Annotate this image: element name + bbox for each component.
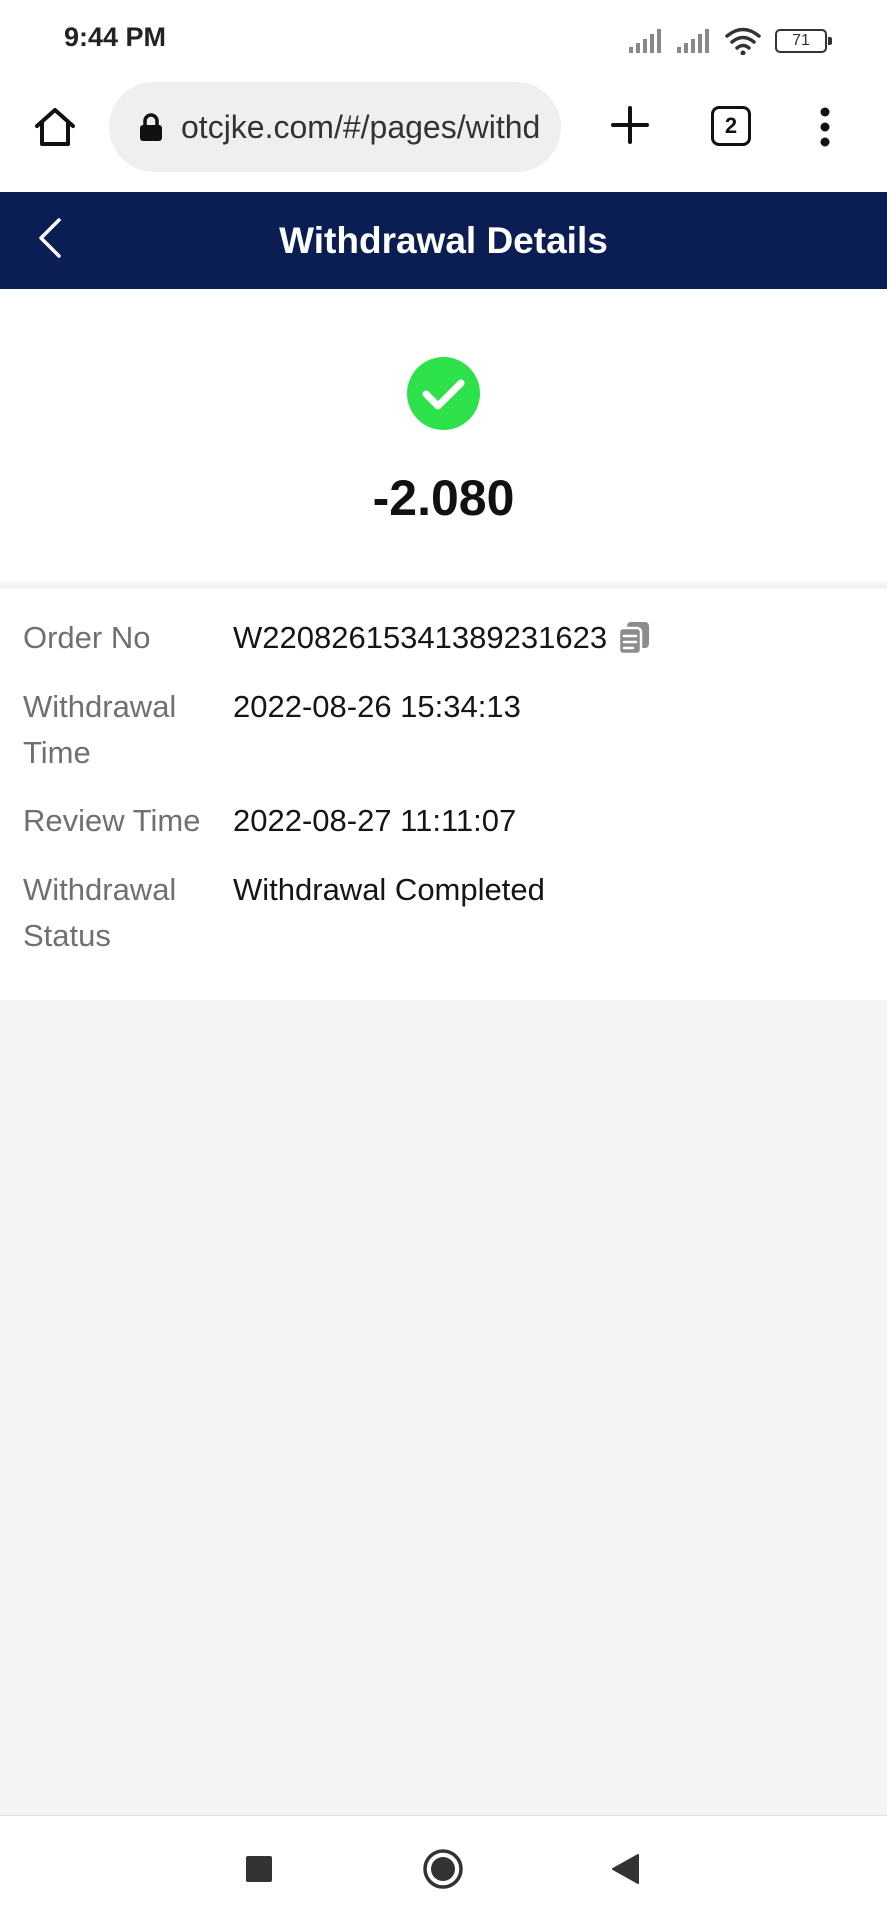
square-icon (246, 1856, 272, 1882)
withdrawal-amount: -2.080 (372, 470, 515, 526)
order-no-label: Order No (23, 620, 151, 655)
withdrawal-details: Order No W22082615341389231623 Withdrawa… (0, 589, 887, 1000)
success-check-icon (407, 357, 480, 430)
status-bar: 9:44 PM 71 (0, 0, 887, 80)
app-header: Withdrawal Details (0, 192, 887, 289)
url-bar[interactable]: otcjke.com/#/pages/withdrawal (109, 82, 561, 172)
more-vert-icon (820, 107, 830, 147)
url-text: otcjke.com/#/pages/withdrawal (181, 108, 541, 145)
circle-icon (423, 1849, 463, 1889)
chevron-left-icon (39, 218, 61, 258)
review-time-label: Review Time (23, 803, 201, 838)
browser-toolbar: otcjke.com/#/pages/withdrawal 2 (0, 80, 887, 192)
home-button[interactable] (30, 102, 80, 152)
withdrawal-summary: -2.080 (0, 289, 887, 582)
review-time-value: 2022-08-27 11:11:07 (233, 803, 517, 838)
cell-signal-2-icon (677, 29, 709, 53)
plus-icon (611, 106, 649, 144)
tabs-button[interactable]: 2 (711, 106, 751, 146)
home-icon (35, 108, 75, 146)
system-nav-bar (0, 1815, 887, 1921)
home-nav-button[interactable] (420, 1846, 466, 1892)
copy-icon[interactable] (617, 620, 651, 656)
withdrawal-status-label: Withdrawal Status (23, 872, 177, 953)
back-button[interactable] (24, 210, 74, 266)
status-time: 9:44 PM (64, 22, 167, 52)
menu-button[interactable] (805, 102, 845, 152)
lock-icon (140, 113, 162, 141)
withdrawal-time-value: 2022-08-26 15:34:13 (233, 689, 521, 724)
status-icons: 71 (629, 24, 832, 58)
battery-icon: 71 (775, 29, 832, 53)
wifi-icon (725, 27, 761, 55)
withdrawal-status-value: Withdrawal Completed (233, 872, 545, 907)
order-no-value-wrap: W22082615341389231623 (233, 615, 651, 661)
recents-button[interactable] (236, 1846, 282, 1892)
withdrawal-time-label: Withdrawal Time (23, 689, 177, 770)
new-tab-button[interactable] (605, 100, 655, 150)
back-nav-button[interactable] (602, 1846, 648, 1892)
order-no-value: W22082615341389231623 (233, 620, 608, 655)
triangle-back-icon (612, 1854, 639, 1884)
cell-signal-icon (629, 29, 661, 53)
page-title: Withdrawal Details (279, 220, 608, 261)
